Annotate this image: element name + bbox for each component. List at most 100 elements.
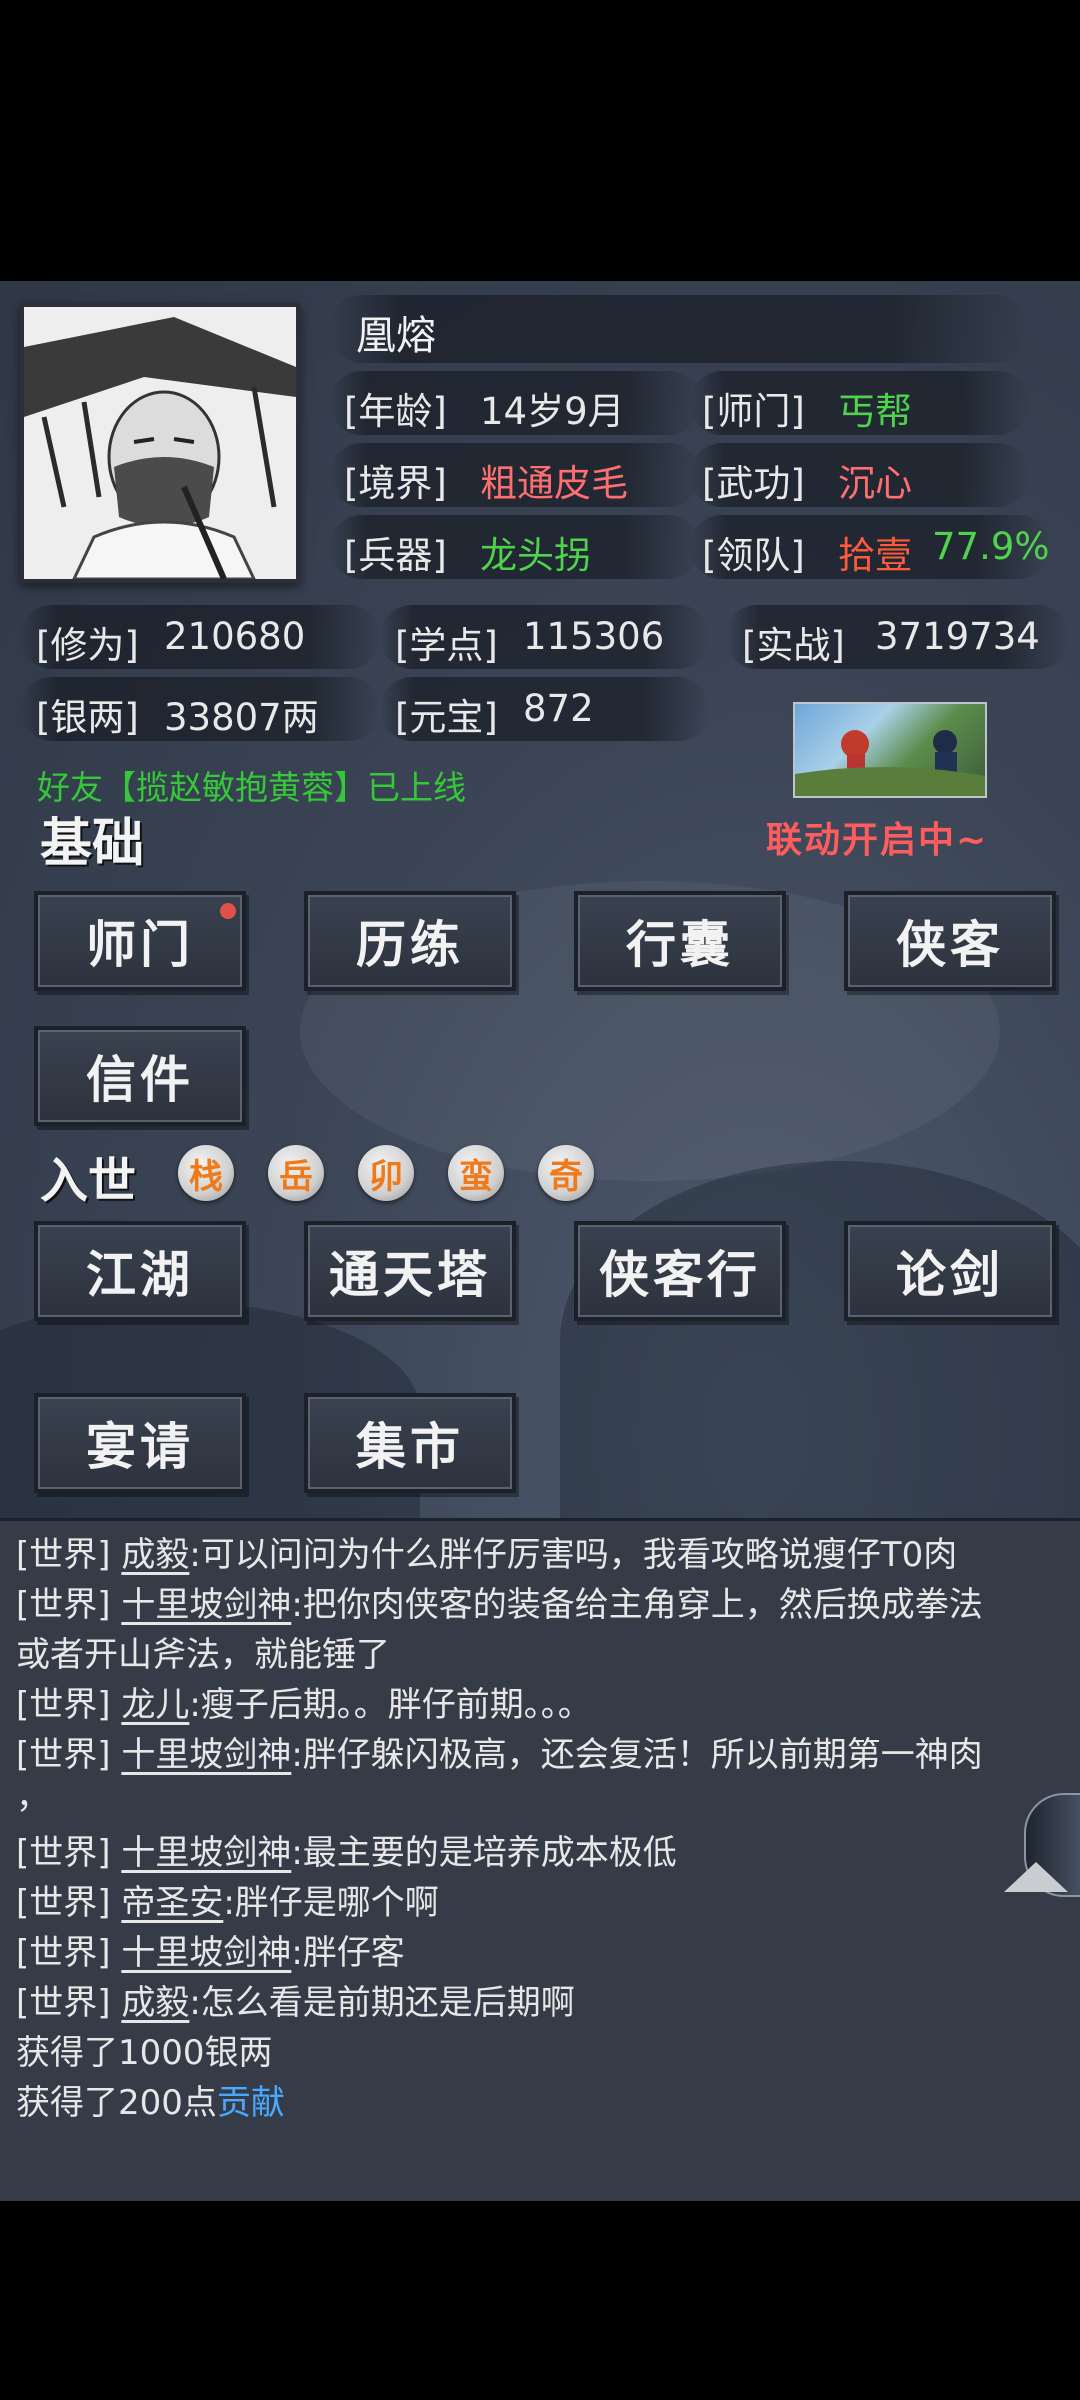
duel-button-label: 论剑 [896, 1245, 1004, 1304]
chat-line-continued: ， [16, 1769, 50, 1818]
sect-value[interactable]: 丐帮 [838, 381, 912, 435]
chat-username[interactable]: 十里坡剑神 [121, 1585, 291, 1625]
chat-message: :可以问问为什么胖仔厉害吗，我看攻略说瘦仔T0肉 [189, 1535, 958, 1575]
chat-channel-tag: [世界] [16, 1585, 111, 1625]
chat-channel-tag: [世界] [16, 1883, 111, 1923]
chat-username[interactable]: 十里坡剑神 [121, 1735, 291, 1775]
chat-line: [世界] 龙儿:瘦子后期。。胖仔前期。。。 [16, 1677, 592, 1726]
yue-coin-icon[interactable]: 岳 [268, 1145, 324, 1201]
qi-coin-icon[interactable]: 奇 [538, 1145, 594, 1201]
player-name: 凰熔 [356, 313, 436, 359]
section-world-title: 入世 [40, 1153, 137, 1209]
chat-channel-tag: [世界] [16, 1685, 111, 1725]
market-button[interactable]: 集市 [304, 1393, 516, 1493]
weapon-value[interactable]: 龙头拐 [480, 525, 591, 579]
team-value[interactable]: 拾壹 [838, 525, 912, 579]
heroes-button[interactable]: 侠客 [844, 891, 1056, 991]
cultivation-value: 210680 [164, 615, 306, 658]
chat-channel-tag: [世界] [16, 1983, 111, 2023]
chat-username[interactable]: 十里坡剑神 [121, 1833, 291, 1873]
weapon-label: [兵器] [344, 534, 447, 577]
combat-label: [实战] [742, 624, 845, 667]
inventory-button[interactable]: 行囊 [574, 891, 786, 991]
study-value: 115306 [523, 615, 665, 658]
chat-message: 或者开山斧法，就能锤了 [16, 1635, 390, 1675]
man-coin-icon[interactable]: 蛮 [448, 1145, 504, 1201]
chat-line: [世界] 帝圣安:胖仔是哪个啊 [16, 1875, 439, 1924]
hero-journey-button-label: 侠客行 [599, 1245, 761, 1304]
chat-message: :把你肉侠客的装备给主角穿上，然后换成拳法 [291, 1585, 983, 1625]
team-label: [领队] [702, 534, 805, 577]
sect-button-label: 师门 [86, 915, 194, 974]
silver-label: [银两] [36, 696, 139, 739]
inn-coin-icon[interactable]: 栈 [178, 1145, 234, 1201]
mail-button[interactable]: 信件 [34, 1026, 246, 1126]
silver-value: 33807两 [164, 696, 319, 739]
age-value: 14岁9月 [480, 390, 625, 433]
game-screen: 凰熔 [年龄] 14岁9月 [师门] 丐帮 [境界] 粗通皮毛 [武功] 沉心 … [0, 281, 1080, 2201]
training-button[interactable]: 历练 [304, 891, 516, 991]
chat-line: [世界] 十里坡剑神:把你肉侠客的装备给主角穿上，然后换成拳法 [16, 1577, 983, 1626]
chat-channel-tag: [世界] [16, 1833, 111, 1873]
realm-value[interactable]: 粗通皮毛 [480, 453, 628, 507]
hero-journey-button[interactable]: 侠客行 [574, 1221, 786, 1321]
chat-message: :瘦子后期。。胖仔前期。。。 [189, 1685, 592, 1725]
yuanbao-label: [元宝] [395, 696, 498, 739]
contribution-link[interactable]: 贡献 [217, 2083, 285, 2123]
martial-value[interactable]: 沉心 [838, 453, 912, 507]
chat-username[interactable]: 龙儿 [121, 1685, 189, 1725]
chat-line: [世界] 十里坡剑神:最主要的是培养成本极低 [16, 1825, 677, 1874]
jianghu-button[interactable]: 江湖 [34, 1221, 246, 1321]
chat-username[interactable]: 成毅 [121, 1983, 189, 2023]
tower-button[interactable]: 通天塔 [304, 1221, 516, 1321]
system-message-silver: 获得了1000银两 [16, 2033, 273, 2073]
combat-value: 3719734 [875, 615, 1040, 658]
yuanbao-value: 872 [523, 687, 594, 730]
chat-username[interactable]: 十里坡剑神 [121, 1933, 291, 1973]
cultivation-label: [修为] [36, 624, 139, 667]
training-button-label: 历练 [356, 915, 464, 974]
mao-coin-icon[interactable]: 卯 [358, 1145, 414, 1201]
mountain-decoration [560, 1161, 1080, 1521]
chat-line: [世界] 十里坡剑神:胖仔躲闪极高，还会复活！所以前期第一神肉 [16, 1727, 983, 1776]
chat-message: :胖仔是哪个啊 [223, 1883, 439, 1923]
chat-panel[interactable]: [世界] 成毅:可以问问为什么胖仔厉害吗，我看攻略说瘦仔T0肉 [世界] 十里坡… [0, 1518, 1080, 2201]
chat-message: :胖仔躲闪极高，还会复活！所以前期第一神肉 [291, 1735, 983, 1775]
banquet-button[interactable]: 宴请 [34, 1393, 246, 1493]
team-percent: 77.9% [932, 525, 1050, 568]
chat-username[interactable]: 帝圣安 [121, 1883, 223, 1923]
system-message-contribution: 获得了200点贡献 [16, 2075, 285, 2124]
heroes-button-label: 侠客 [896, 915, 1004, 974]
sect-label: [师门] [702, 390, 805, 433]
chat-message: :胖仔客 [291, 1933, 405, 1973]
chat-channel-tag: [世界] [16, 1933, 111, 1973]
section-basic-title: 基础 [40, 813, 145, 874]
tower-button-label: 通天塔 [329, 1245, 491, 1304]
chat-line: [世界] 成毅:可以问问为什么胖仔厉害吗，我看攻略说瘦仔T0肉 [16, 1527, 957, 1576]
chat-channel-tag: [世界] [16, 1535, 111, 1575]
chat-message: :最主要的是培养成本极低 [291, 1833, 677, 1873]
chat-username[interactable]: 成毅 [121, 1535, 189, 1575]
duel-button[interactable]: 论剑 [844, 1221, 1056, 1321]
martial-label: [武功] [702, 462, 805, 505]
event-banner-image[interactable] [793, 702, 987, 798]
player-portrait[interactable] [20, 303, 300, 583]
sect-button[interactable]: 师门 [34, 891, 246, 991]
swordsman-portrait-icon [24, 307, 296, 579]
chat-message: :怎么看是前期还是后期啊 [189, 1983, 575, 2023]
event-status-text[interactable]: 联动开启中~ [766, 811, 988, 863]
market-button-label: 集市 [356, 1417, 464, 1476]
chat-line: [世界] 十里坡剑神:胖仔客 [16, 1925, 405, 1974]
system-message-text: 获得了200点 [16, 2083, 217, 2123]
chat-line: [世界] 成毅:怎么看是前期还是后期啊 [16, 1975, 575, 2024]
inventory-button-label: 行囊 [626, 915, 734, 974]
notification-dot-icon [220, 903, 236, 919]
scroll-up-arrow-icon[interactable] [1004, 1862, 1068, 1892]
jianghu-button-label: 江湖 [86, 1245, 194, 1304]
realm-label: [境界] [344, 462, 447, 505]
age-label: [年龄] [344, 390, 447, 433]
banquet-button-label: 宴请 [86, 1417, 194, 1476]
chat-line-continued: 或者开山斧法，就能锤了 [16, 1627, 390, 1676]
study-label: [学点] [395, 624, 498, 667]
chat-message: ， [16, 1777, 50, 1817]
